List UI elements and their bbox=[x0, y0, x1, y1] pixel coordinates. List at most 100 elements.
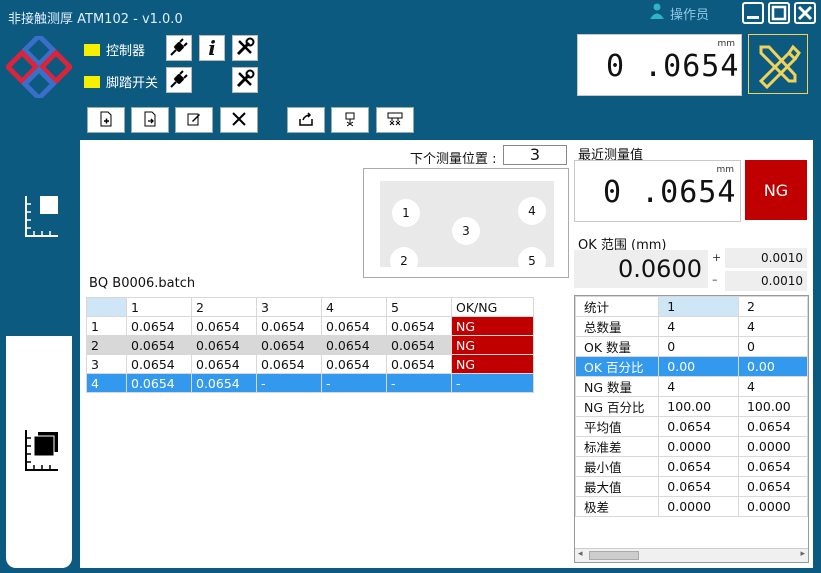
statistics-mode-icon bbox=[22, 426, 62, 477]
plus-sign: + bbox=[712, 251, 722, 264]
result-cell: - bbox=[451, 373, 534, 393]
stat-label: OK 百分比 bbox=[575, 356, 660, 377]
table-row[interactable]: 1 0.0654 0.0654 0.0654 0.0654 0.0654 NG bbox=[86, 316, 534, 336]
ok-range-nominal[interactable]: 0.0600 bbox=[574, 250, 708, 288]
table-row[interactable]: 最小值 0.0654 0.0654 bbox=[575, 456, 808, 477]
plug-icon bbox=[169, 69, 189, 92]
footswitch-connect-button[interactable] bbox=[166, 67, 192, 93]
operator-label: 操作员 bbox=[670, 7, 710, 23]
stat-value: 0.0000 bbox=[737, 436, 808, 457]
stat-value: 4 bbox=[737, 316, 808, 337]
nav-measure-tab[interactable] bbox=[6, 104, 72, 332]
operator-button[interactable]: 操作员 bbox=[650, 3, 709, 23]
top-unit: mm bbox=[717, 39, 735, 49]
scroll-left-icon[interactable]: ◂ bbox=[578, 549, 583, 559]
edit-button[interactable] bbox=[175, 107, 213, 133]
column-header[interactable]: 1 bbox=[126, 297, 192, 317]
clear-position-button[interactable] bbox=[331, 107, 369, 133]
column-header[interactable]: 3 bbox=[256, 297, 322, 317]
table-row[interactable]: OK 数量 0 0 bbox=[575, 336, 808, 357]
table-row[interactable]: 平均值 0.0654 0.0654 bbox=[575, 416, 808, 437]
table-cell: 0.0654 bbox=[126, 354, 192, 374]
column-header[interactable]: 5 bbox=[386, 297, 452, 317]
table-cell: 0.0654 bbox=[321, 335, 387, 355]
upper-tolerance-field[interactable]: 0.0010 bbox=[725, 248, 807, 268]
stat-value: 0.0654 bbox=[658, 476, 739, 497]
stat-label: 最大值 bbox=[575, 476, 660, 497]
new-batch-button[interactable] bbox=[87, 107, 125, 133]
table-row[interactable]: NG 百分比 100.00 100.00 bbox=[575, 396, 808, 417]
table-row-selected[interactable]: 4 0.0654 0.0654 - - - - bbox=[86, 373, 534, 393]
table-row[interactable]: 3 0.0654 0.0654 0.0654 0.0654 0.0654 NG bbox=[86, 354, 534, 374]
clear-all-button[interactable] bbox=[376, 107, 414, 133]
user-icon bbox=[650, 3, 664, 23]
column-header[interactable] bbox=[86, 297, 127, 317]
table-cell: 2 bbox=[86, 335, 127, 355]
position-diagram: 1 4 3 2 5 bbox=[363, 168, 569, 278]
lower-tolerance-field[interactable]: 0.0010 bbox=[725, 271, 807, 291]
position-marker: 2 bbox=[390, 247, 418, 275]
stat-label: OK 数量 bbox=[575, 336, 660, 357]
recent-unit: mm bbox=[716, 165, 734, 175]
table-cell: 0.0654 bbox=[256, 335, 322, 355]
table-row[interactable]: 2 0.0654 0.0654 0.0654 0.0654 0.0654 NG bbox=[86, 335, 534, 355]
table-row[interactable]: 标准差 0.0000 0.0000 bbox=[575, 436, 808, 457]
minus-sign: – bbox=[712, 273, 718, 286]
file-add-icon bbox=[98, 111, 114, 130]
result-cell: NG bbox=[451, 335, 534, 355]
table-cell: 0.0654 bbox=[256, 316, 322, 336]
footswitch-label: 脚踏开关 bbox=[106, 76, 159, 91]
table-cell: 0.0654 bbox=[126, 335, 192, 355]
stat-value: 4 bbox=[658, 376, 739, 397]
table-cell: - bbox=[321, 373, 387, 393]
file-open-icon bbox=[142, 111, 158, 130]
measure-mode-icon bbox=[22, 192, 62, 243]
table-cell: 0.0654 bbox=[321, 316, 387, 336]
controller-settings-button[interactable] bbox=[232, 35, 258, 61]
stat-label: NG 数量 bbox=[575, 376, 660, 397]
table-row[interactable]: 总数量 4 4 bbox=[575, 316, 808, 337]
column-header[interactable]: 1 bbox=[658, 296, 739, 317]
column-header[interactable]: 4 bbox=[321, 297, 387, 317]
column-header[interactable]: OK/NG bbox=[451, 297, 534, 317]
table-cell: - bbox=[256, 373, 322, 393]
table-row[interactable]: NG 数量 4 4 bbox=[575, 376, 808, 397]
table-row[interactable]: 最大值 0.0654 0.0654 bbox=[575, 476, 808, 497]
close-button[interactable] bbox=[794, 2, 816, 24]
scroll-thumb[interactable] bbox=[589, 551, 639, 560]
column-header[interactable]: 2 bbox=[737, 296, 808, 317]
stat-value: 0.00 bbox=[658, 356, 739, 377]
nav-statistics-tab[interactable] bbox=[6, 336, 72, 568]
column-header[interactable]: 2 bbox=[191, 297, 257, 317]
position-marker: 3 bbox=[452, 217, 480, 245]
export-icon bbox=[298, 111, 314, 130]
minimize-button[interactable] bbox=[742, 2, 764, 24]
scroll-right-icon[interactable]: ▸ bbox=[800, 549, 805, 559]
batch-name: BQ B0006.batch bbox=[89, 276, 196, 291]
controller-connect-button[interactable] bbox=[166, 35, 192, 61]
app-title: 非接触测厚 ATM102 - v1.0.0 bbox=[8, 12, 183, 27]
controller-indicator: 控制器 bbox=[84, 40, 145, 59]
recent-measurement-display: mm 0 .0654 bbox=[574, 160, 741, 222]
footswitch-settings-button[interactable] bbox=[232, 67, 258, 93]
stat-label: NG 百分比 bbox=[575, 396, 660, 417]
edit-mode-button[interactable] bbox=[748, 34, 808, 94]
open-batch-button[interactable] bbox=[131, 107, 169, 133]
stat-value: 0.0654 bbox=[737, 416, 808, 437]
column-header[interactable]: 统计 bbox=[575, 296, 660, 317]
maximize-button[interactable] bbox=[768, 2, 790, 24]
stat-value: 100.00 bbox=[737, 396, 808, 417]
table-cell: 0.0654 bbox=[191, 335, 257, 355]
delete-button[interactable] bbox=[220, 107, 258, 133]
table-cell: 0.0654 bbox=[191, 373, 257, 393]
table-row[interactable]: 极差 0.0000 0.0000 bbox=[575, 496, 808, 517]
table-cell: 0.0654 bbox=[321, 354, 387, 374]
result-cell: NG bbox=[451, 354, 534, 374]
info-button[interactable]: i bbox=[199, 35, 225, 61]
top-measurement-display: mm 0 .0654 bbox=[577, 34, 742, 96]
horizontal-scrollbar[interactable]: ◂ ▸ bbox=[575, 548, 808, 562]
table-row-selected[interactable]: OK 百分比 0.00 0.00 bbox=[575, 356, 808, 377]
stat-value: 4 bbox=[658, 316, 739, 337]
position-marker: 1 bbox=[392, 199, 420, 227]
export-button[interactable] bbox=[287, 107, 325, 133]
